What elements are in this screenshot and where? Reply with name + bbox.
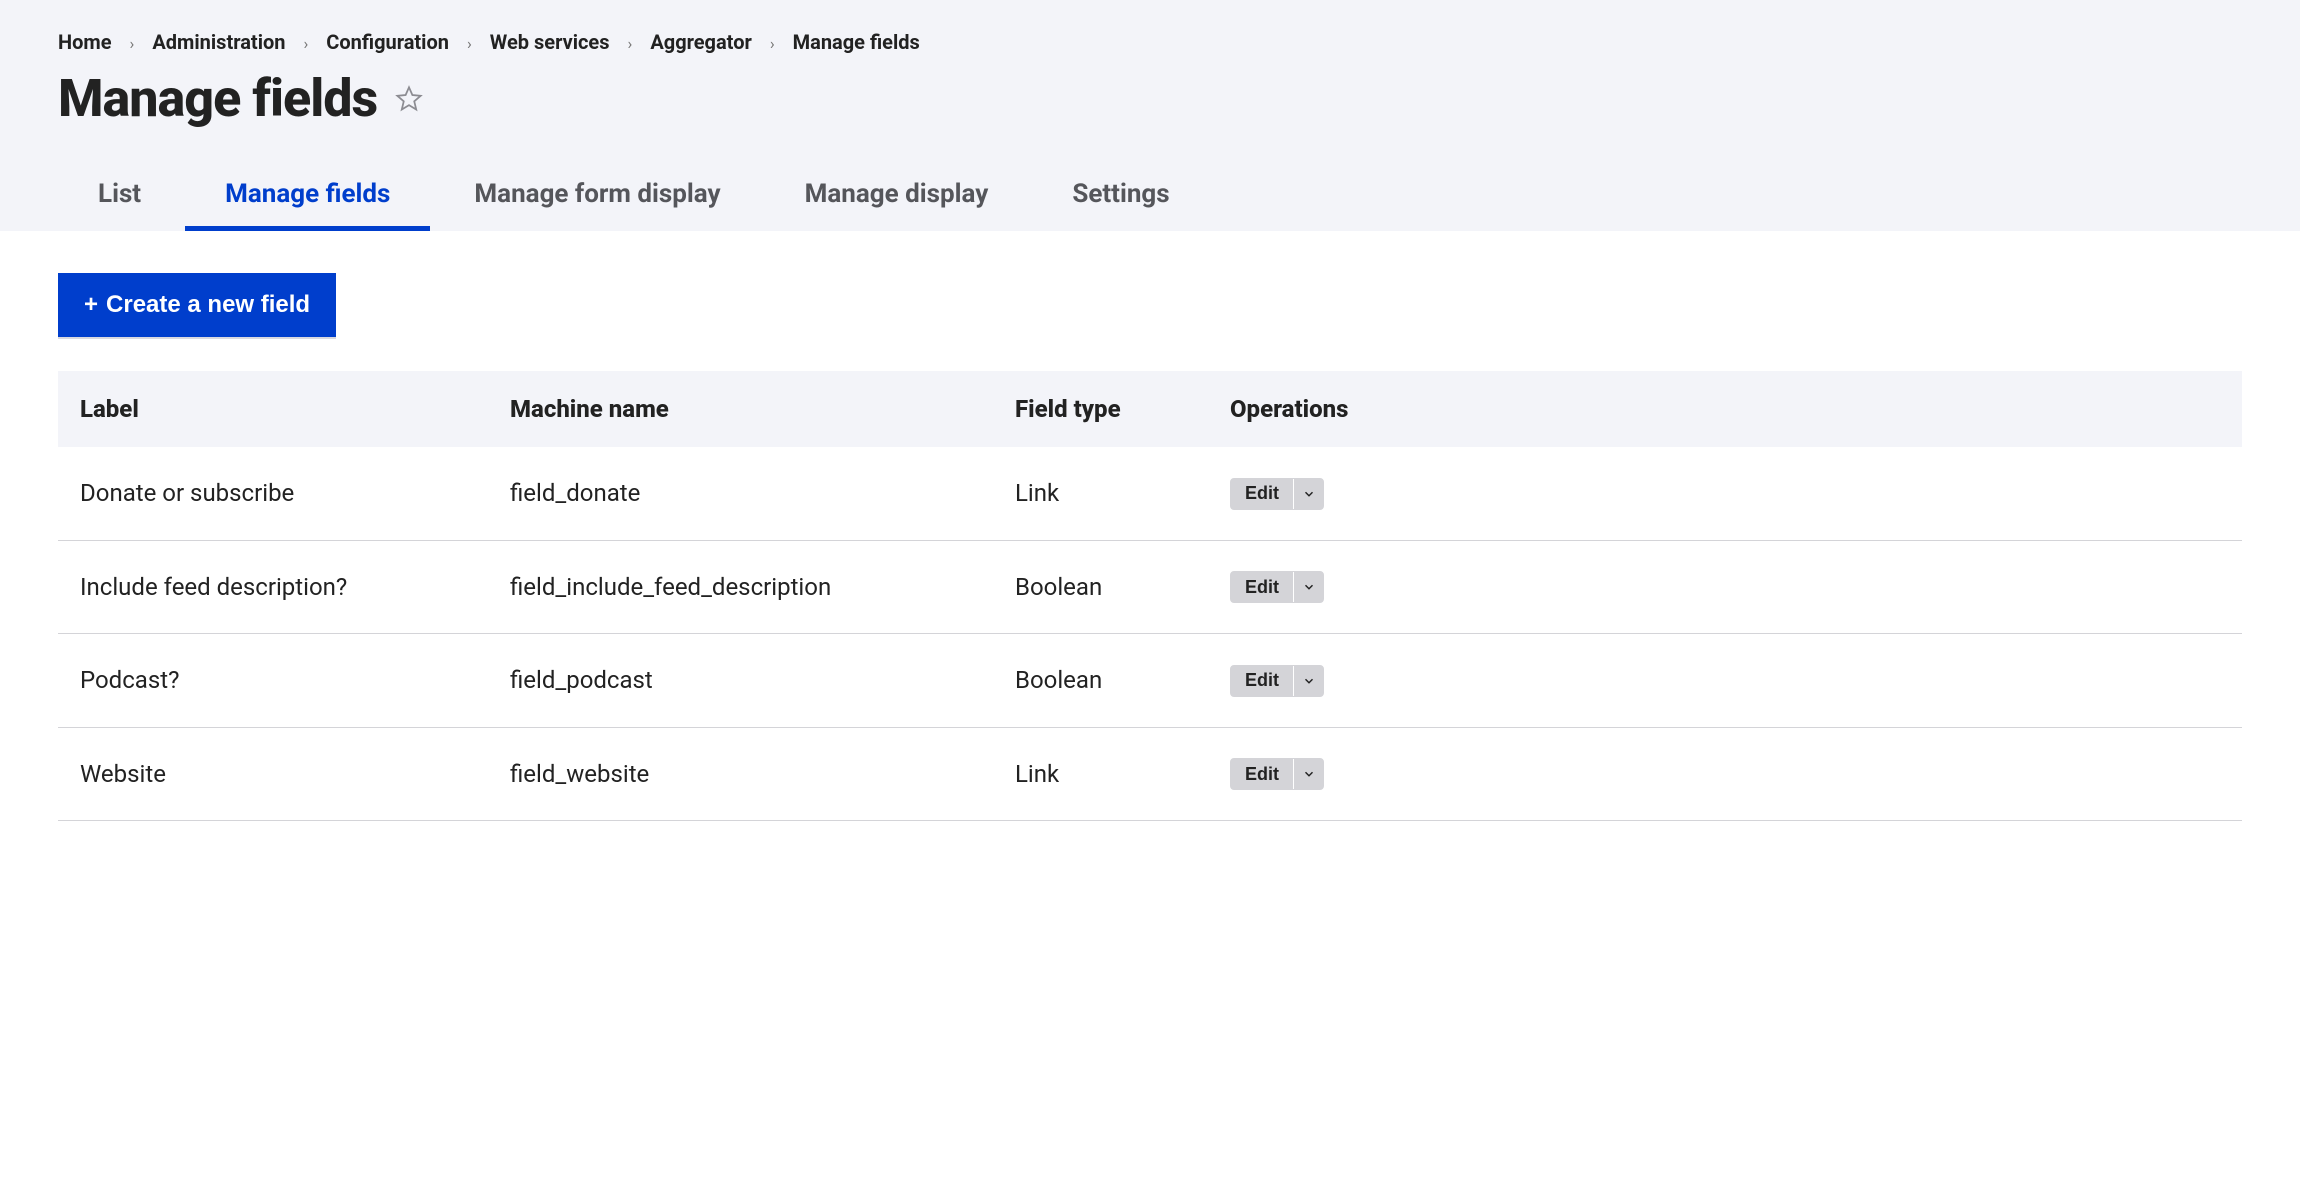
dropbutton: Edit: [1230, 758, 1324, 790]
table-row: Podcast? field_podcast Boolean Edit: [58, 634, 2242, 728]
page-title-row: Manage fields: [58, 68, 2242, 129]
th-operations: Operations: [1208, 371, 2242, 447]
create-new-field-label: Create a new field: [106, 291, 310, 319]
dropbutton: Edit: [1230, 478, 1324, 510]
cell-operations: Edit: [1208, 727, 2242, 821]
cell-operations: Edit: [1208, 634, 2242, 728]
table-row: Include feed description? field_include_…: [58, 540, 2242, 634]
edit-button[interactable]: Edit: [1231, 759, 1293, 789]
page-title: Manage fields: [58, 68, 377, 129]
cell-label: Website: [58, 727, 488, 821]
table-row: Donate or subscribe field_donate Link Ed…: [58, 447, 2242, 540]
cell-operations: Edit: [1208, 447, 2242, 540]
cell-machine-name: field_website: [488, 727, 993, 821]
cell-label: Podcast?: [58, 634, 488, 728]
chevron-down-icon: [1302, 767, 1316, 781]
cell-operations: Edit: [1208, 540, 2242, 634]
breadcrumb-home[interactable]: Home: [58, 30, 112, 54]
chevron-right-icon: ›: [303, 34, 308, 53]
plus-icon: +: [84, 291, 98, 319]
edit-button[interactable]: Edit: [1231, 572, 1293, 602]
content-region: + Create a new field Label Machine name …: [0, 231, 2300, 863]
cell-machine-name: field_donate: [488, 447, 993, 540]
breadcrumb-administration[interactable]: Administration: [152, 30, 285, 54]
cell-machine-name: field_podcast: [488, 634, 993, 728]
breadcrumb-configuration[interactable]: Configuration: [326, 30, 449, 54]
breadcrumb-web-services[interactable]: Web services: [490, 30, 610, 54]
th-field-type: Field type: [993, 371, 1208, 447]
dropbutton: Edit: [1230, 665, 1324, 697]
dropbutton-toggle[interactable]: [1293, 759, 1323, 789]
chevron-right-icon: ›: [130, 34, 135, 53]
fields-table: Label Machine name Field type Operations…: [58, 371, 2242, 821]
star-icon[interactable]: [395, 85, 423, 113]
breadcrumb: Home › Administration › Configuration › …: [58, 30, 2242, 68]
dropbutton: Edit: [1230, 571, 1324, 603]
chevron-down-icon: [1302, 674, 1316, 688]
chevron-right-icon: ›: [770, 34, 775, 53]
chevron-down-icon: [1302, 580, 1316, 594]
table-row: Website field_website Link Edit: [58, 727, 2242, 821]
cell-field-type: Boolean: [993, 634, 1208, 728]
header-region: Home › Administration › Configuration › …: [0, 0, 2300, 231]
dropbutton-toggle[interactable]: [1293, 479, 1323, 509]
th-machine-name: Machine name: [488, 371, 993, 447]
chevron-right-icon: ›: [628, 34, 633, 53]
dropbutton-toggle[interactable]: [1293, 572, 1323, 602]
tabs: List Manage fields Manage form display M…: [58, 163, 2242, 231]
cell-field-type: Boolean: [993, 540, 1208, 634]
dropbutton-toggle[interactable]: [1293, 666, 1323, 696]
tab-manage-form-display[interactable]: Manage form display: [474, 163, 720, 231]
edit-button[interactable]: Edit: [1231, 666, 1293, 696]
edit-button[interactable]: Edit: [1231, 479, 1293, 509]
breadcrumb-aggregator[interactable]: Aggregator: [650, 30, 751, 54]
th-label: Label: [58, 371, 488, 447]
tab-manage-fields[interactable]: Manage fields: [225, 163, 390, 231]
table-header-row: Label Machine name Field type Operations: [58, 371, 2242, 447]
cell-field-type: Link: [993, 447, 1208, 540]
cell-label: Include feed description?: [58, 540, 488, 634]
chevron-right-icon: ›: [467, 34, 472, 53]
cell-field-type: Link: [993, 727, 1208, 821]
chevron-down-icon: [1302, 487, 1316, 501]
cell-label: Donate or subscribe: [58, 447, 488, 540]
cell-machine-name: field_include_feed_description: [488, 540, 993, 634]
tab-manage-display[interactable]: Manage display: [805, 163, 989, 231]
tab-settings[interactable]: Settings: [1072, 163, 1169, 231]
tab-list[interactable]: List: [98, 163, 141, 231]
create-new-field-button[interactable]: + Create a new field: [58, 273, 336, 337]
breadcrumb-manage-fields[interactable]: Manage fields: [793, 30, 920, 54]
